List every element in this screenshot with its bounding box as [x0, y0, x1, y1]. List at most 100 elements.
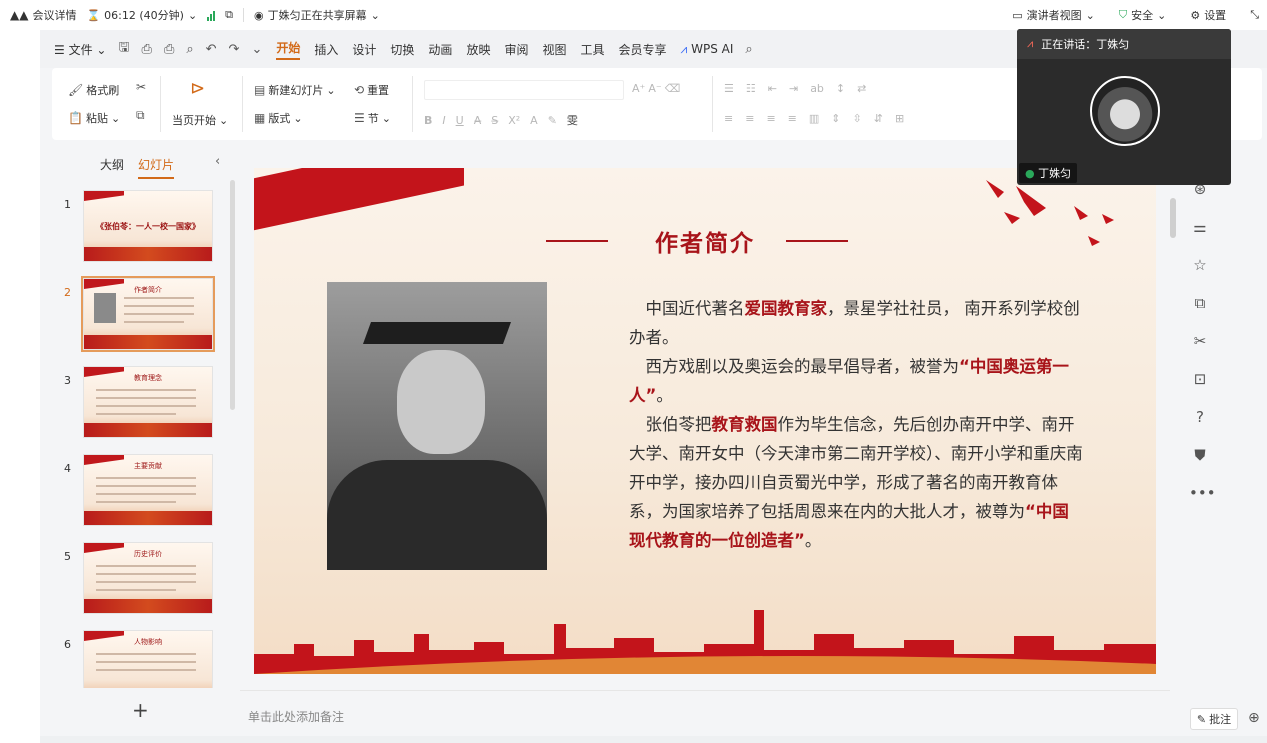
- layers-icon[interactable]: ⧉: [1189, 294, 1211, 316]
- chevron-down-icon: ⌄: [370, 8, 380, 22]
- strike-icon: A̶: [473, 113, 482, 127]
- new-slide-button[interactable]: ▤ 新建幻灯片 ⌄: [254, 82, 336, 98]
- presenter-view-icon: ▭: [1012, 8, 1023, 22]
- format-painter-icon: 🖌: [68, 83, 84, 97]
- ai-logo-icon: ⩘: [680, 41, 688, 56]
- format-painter-button[interactable]: 🖌 格式刷: [68, 82, 119, 98]
- paragraph: 中国近代著名爱国教育家，景星学社社员， 南开系列学校创办者。: [629, 299, 1080, 347]
- star-icon[interactable]: ☆: [1189, 256, 1211, 278]
- settings-button[interactable]: ⚙ 设置: [1190, 7, 1226, 23]
- tab-member[interactable]: 会员专享: [619, 41, 667, 58]
- bold-icon: B: [424, 113, 433, 127]
- paragraph: 张伯苓把教育救国作为毕生信念，先后创办南开中学、南开大学、南开女中（今天津市第二…: [629, 415, 1083, 550]
- portrait-photo: [327, 282, 547, 570]
- tab-insert[interactable]: 插入: [314, 41, 338, 58]
- font-size-tools[interactable]: A⁺ A⁻ ⌫: [632, 82, 680, 95]
- undo-icon[interactable]: ↶: [206, 42, 217, 57]
- speaker-name-label: ● 丁姝匀: [1019, 163, 1078, 183]
- meeting-details[interactable]: ▲▲ 会议详情: [10, 7, 76, 23]
- font-shrink-icon: A⁻: [648, 82, 662, 95]
- comment-button[interactable]: ✎ 批注: [1190, 708, 1238, 730]
- slide-thumbnail[interactable]: 6 人物影响: [40, 630, 240, 688]
- more-icon[interactable]: •••: [1189, 484, 1216, 506]
- notes-field[interactable]: 单击此处添加备注: [248, 708, 344, 725]
- slide-thumbnail[interactable]: 4 主要贡献: [40, 454, 240, 534]
- columns-icon: ⇳: [852, 112, 862, 125]
- layout-button[interactable]: ▦ 版式 ⌄: [254, 110, 303, 126]
- cut-button[interactable]: ✂: [136, 80, 146, 94]
- popout-button[interactable]: ⧉: [225, 8, 233, 22]
- vertical-align-icon: ⇕: [831, 112, 841, 125]
- reset-button[interactable]: ⟲ 重置: [354, 82, 389, 98]
- canvas-scrollbar[interactable]: [1170, 198, 1176, 238]
- slide-thumbnail[interactable]: 5 历史评价: [40, 542, 240, 622]
- pen-icon: ✎: [1196, 712, 1207, 726]
- tab-slideshow[interactable]: 放映: [466, 41, 490, 58]
- speaker-video-panel[interactable]: ⩘ 正在讲话：丁姝匀 ● 丁姝匀: [1017, 29, 1231, 185]
- collapse-panel-icon[interactable]: ‹: [215, 154, 220, 169]
- tab-design[interactable]: 设计: [352, 41, 376, 58]
- paragraph: 西方戏剧以及奥运会的最早倡导者，被誉为“中国奥运第一人”。: [629, 357, 1069, 405]
- meeting-timer[interactable]: ⌛ 06:12 (40分钟) ⌄: [86, 7, 197, 23]
- print-icon[interactable]: ⎙: [164, 42, 174, 57]
- adjust-icon[interactable]: ⚌: [1189, 218, 1211, 240]
- tab-slides[interactable]: 幻灯片: [138, 156, 175, 179]
- line-spacing-icon: ↕: [835, 82, 846, 95]
- play-current-button[interactable]: 当页开始 ⌄: [172, 112, 228, 128]
- font-family-select[interactable]: [424, 80, 624, 100]
- export-icon[interactable]: ⎙: [142, 42, 152, 57]
- font-style-tools[interactable]: B I U A̶ S̶ X² A ✎ 雯: [424, 112, 578, 128]
- add-slide-button[interactable]: +: [132, 698, 149, 722]
- bullet-list-icon: ☰: [724, 82, 734, 95]
- search-icon[interactable]: ⌕: [745, 42, 752, 57]
- chevron-down-icon: ⌄: [187, 8, 198, 22]
- section-button[interactable]: ☰ 节 ⌄: [354, 110, 391, 126]
- tab-review[interactable]: 审阅: [504, 41, 528, 58]
- book-icon[interactable]: ⊡: [1189, 370, 1211, 392]
- shirt-icon[interactable]: ⛊: [1189, 446, 1211, 468]
- tab-tools[interactable]: 工具: [580, 41, 604, 58]
- tools-icon[interactable]: ✂: [1189, 332, 1211, 354]
- shield-icon: ⛉: [1118, 8, 1128, 21]
- preview-icon[interactable]: ⌕: [186, 42, 193, 57]
- paragraph-tools-top[interactable]: ☰ ☷ ⇤ ⇥ ab ↕ ⇄: [724, 82, 866, 95]
- hourglass-icon: ⌛: [86, 8, 101, 22]
- tab-transition[interactable]: 切换: [390, 41, 414, 58]
- help-icon[interactable]: ?: [1189, 408, 1211, 430]
- align-center-icon: ≡: [745, 112, 755, 125]
- paragraph-tools-bottom[interactable]: ≡ ≡ ≡ ≡ ▥ ⇕ ⇳ ⇵ ⊞: [724, 112, 904, 125]
- play-icon[interactable]: ⊳: [190, 78, 205, 99]
- meeting-bar: ▲▲ 会议详情 ⌛ 06:12 (40分钟) ⌄ ⧉ ◉ 丁姝匀正在共享屏幕 ⌄…: [0, 0, 1267, 30]
- tab-outline[interactable]: 大纲: [100, 156, 124, 179]
- save-icon[interactable]: 🖫: [118, 38, 129, 60]
- indent-icon: ⇥: [788, 82, 799, 95]
- tab-home[interactable]: 开始: [276, 39, 301, 60]
- chevron-down-icon: ⌄: [1085, 8, 1095, 22]
- wps-ai-button[interactable]: ⩘ WPS AI: [681, 42, 734, 57]
- reset-icon: ⟲: [354, 83, 365, 97]
- tab-view[interactable]: 视图: [542, 41, 566, 58]
- strikethrough-icon: S̶: [491, 113, 499, 127]
- menu-file[interactable]: ☰ 文件 ⌄: [54, 41, 106, 58]
- security-button[interactable]: ⛉ 安全 ⌄: [1119, 7, 1166, 23]
- paste-button[interactable]: 📋 粘贴 ⌄: [68, 110, 120, 126]
- slide-thumbnail-selected[interactable]: 2 作者简介: [40, 276, 240, 358]
- slide-canvas[interactable]: 作者简介 中国近代著名爱国教育家，景星学社社员， 南开系列学校创办者。 西方戏剧…: [254, 168, 1156, 674]
- speaking-indicator: ⩘ 正在讲话：丁姝匀: [1017, 29, 1231, 59]
- mic-icon: ⩘: [1027, 37, 1034, 50]
- smart-art-icon: ⊞: [894, 112, 905, 125]
- redo-icon[interactable]: ↷: [229, 42, 240, 57]
- sharer-avatar-icon: ◉: [254, 8, 264, 22]
- slide-thumbnail[interactable]: 1 《张伯苓：一人一校一国家》: [40, 190, 240, 270]
- divider: [412, 76, 413, 132]
- collapse-button[interactable]: ⤡: [1250, 8, 1259, 22]
- tab-animation[interactable]: 动画: [428, 41, 452, 58]
- copy-button[interactable]: ⧉: [136, 108, 145, 123]
- zoom-icon[interactable]: ⊕: [1248, 710, 1260, 726]
- new-slide-icon: ▤: [254, 83, 266, 97]
- network-signal[interactable]: [207, 10, 216, 21]
- slide-thumbnail[interactable]: 3 教育理念: [40, 366, 240, 446]
- sharing-status[interactable]: ◉ 丁姝匀正在共享屏幕 ⌄: [254, 7, 380, 23]
- more-chevron-icon[interactable]: ⌄: [251, 42, 262, 57]
- presenter-view-button[interactable]: ▭ 演讲者视图 ⌄: [1012, 7, 1095, 23]
